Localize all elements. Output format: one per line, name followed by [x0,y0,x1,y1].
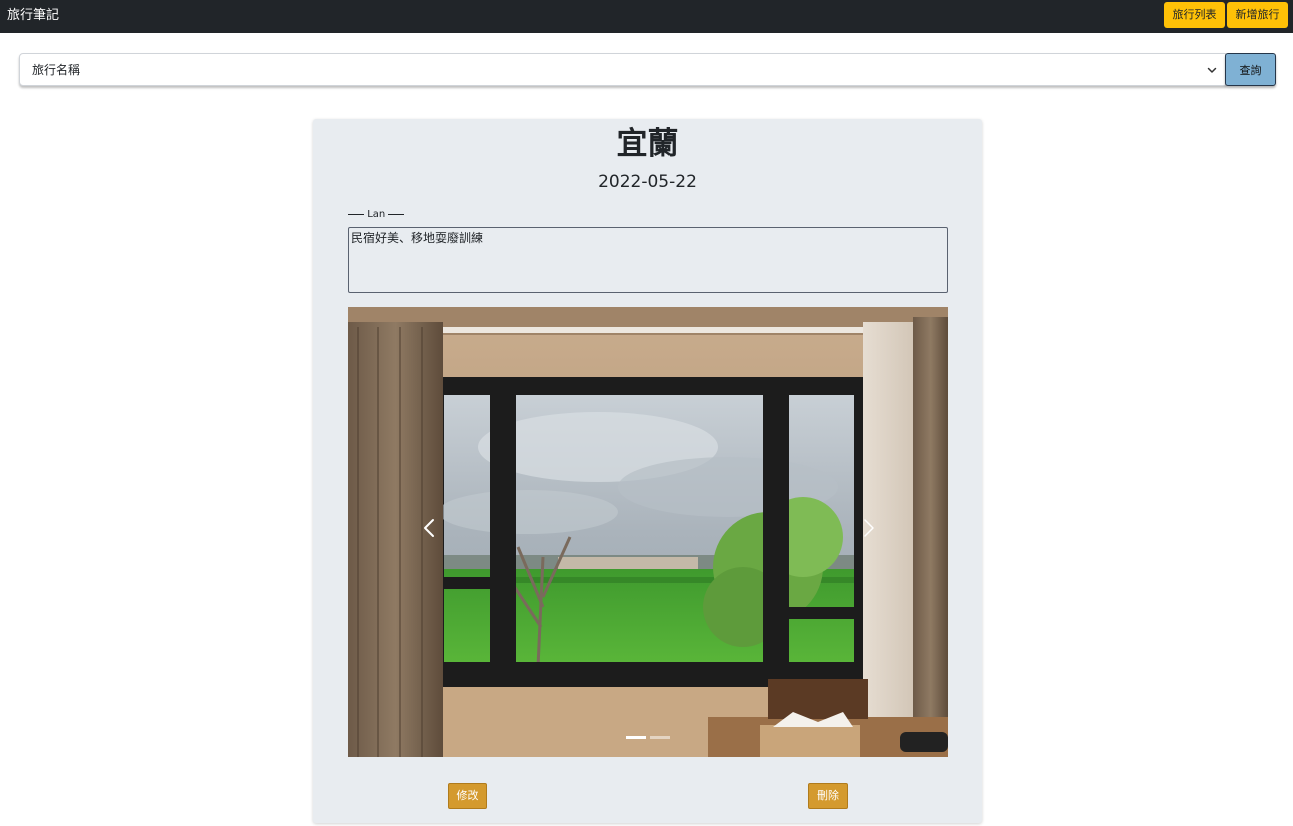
carousel-indicator-1[interactable] [626,736,646,739]
trip-name-select[interactable]: 旅行名稱 [19,53,1226,86]
carousel-prev-button[interactable] [408,507,448,547]
note-author-legend: Lan [348,209,405,221]
trip-name-select-value: 旅行名稱 [32,63,81,77]
trip-date: 2022-05-22 [598,172,697,192]
photo-carousel[interactable] [348,307,948,757]
delete-button[interactable]: 刪除 [808,783,848,809]
trip-list-button[interactable]: 旅行列表 [1164,2,1225,28]
legend-dash-left [348,213,364,215]
carousel-indicators [626,736,676,740]
add-trip-button[interactable]: 新增旅行 [1227,2,1288,28]
chevron-right-icon [864,519,874,537]
trip-note: 民宿好美、移地耍廢訓練 [348,227,948,293]
legend-dash-right [388,213,405,215]
top-navbar: 旅行筆記 旅行列表 新增旅行 [0,0,1293,33]
trip-title: 宜蘭 [616,126,679,162]
chevron-down-icon [1207,67,1217,73]
query-button[interactable]: 查詢 [1225,53,1276,86]
chevron-left-icon [424,519,434,537]
edit-button[interactable]: 修改 [448,783,487,809]
note-author: Lan [367,209,386,220]
carousel-indicator-2[interactable] [650,736,670,739]
carousel-next-button[interactable] [848,507,888,547]
trip-card: 宜蘭 2022-05-22 Lan 民宿好美、移地耍廢訓練 修改 刪除 [313,119,982,823]
brand-title[interactable]: 旅行筆記 [7,8,59,24]
